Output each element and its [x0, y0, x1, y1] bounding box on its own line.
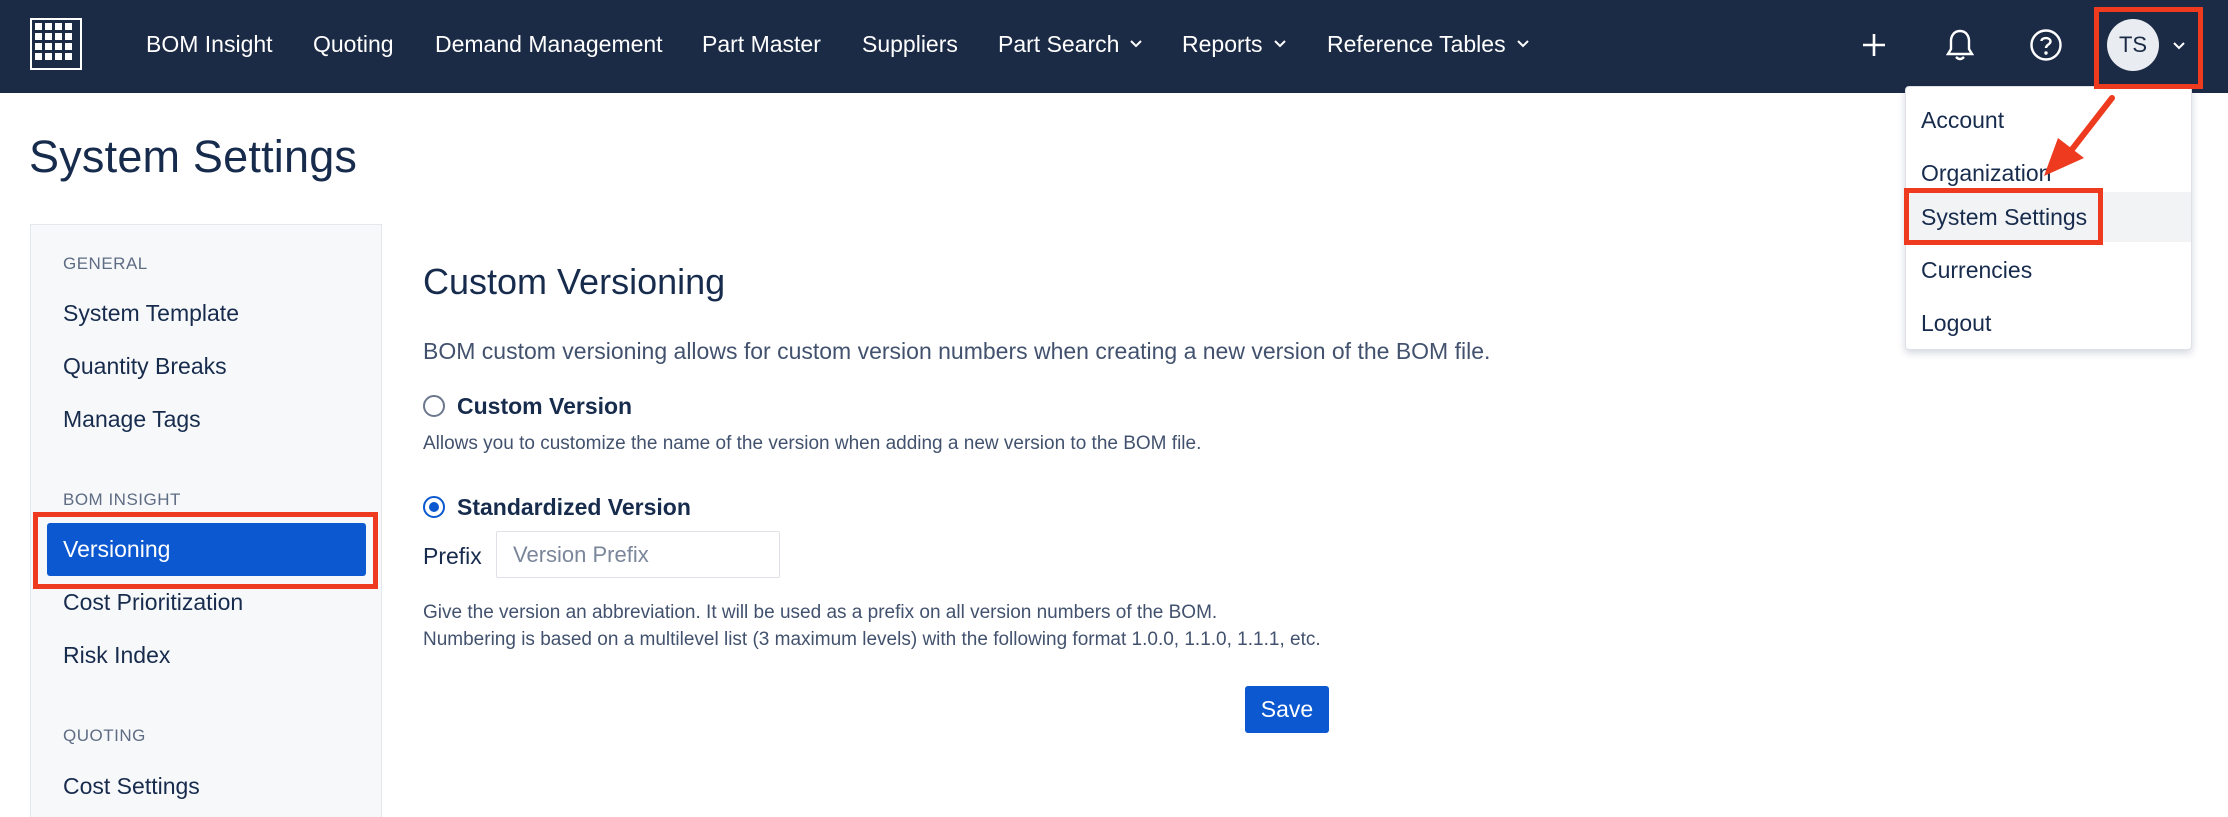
sidebar-item-risk-index[interactable]: Risk Index — [63, 642, 170, 669]
nav-label: BOM Insight — [146, 31, 273, 57]
system-settings-highlight-box — [1904, 188, 2103, 245]
nav-reference-tables[interactable]: Reference Tables — [1327, 0, 1530, 88]
sidebar-item-system-template[interactable]: System Template — [63, 300, 239, 327]
page-title: System Settings — [29, 131, 358, 182]
section-title: Custom Versioning — [423, 261, 726, 302]
nav-label: Demand Management — [435, 31, 663, 57]
prefix-help-line-2: Numbering is based on a multilevel list … — [423, 629, 1321, 650]
custom-version-label[interactable]: Custom Version — [457, 393, 632, 420]
nav-reports[interactable]: Reports — [1182, 0, 1287, 88]
menu-item-currencies[interactable]: Currencies — [1906, 245, 2191, 295]
section-description: BOM custom versioning allows for custom … — [423, 338, 1491, 364]
sidebar-item-cost-prioritization[interactable]: Cost Prioritization — [63, 589, 243, 616]
chevron-down-icon — [1516, 40, 1529, 48]
nav-label: Suppliers — [862, 31, 958, 57]
standardized-version-label[interactable]: Standardized Version — [457, 494, 691, 521]
custom-version-radio[interactable] — [423, 395, 445, 417]
sidebar-item-manage-tags[interactable]: Manage Tags — [63, 406, 201, 433]
top-navigation-bar: BOM Insight Quoting Demand Management Pa… — [0, 0, 2228, 93]
nav-label: Quoting — [313, 31, 394, 57]
sidebar-section-quoting: QUOTING — [63, 726, 146, 745]
annotation-arrow-icon — [2044, 95, 2115, 176]
nav-part-master[interactable]: Part Master — [702, 0, 821, 88]
nav-bom-insight[interactable]: BOM Insight — [146, 0, 273, 88]
version-prefix-input[interactable] — [496, 531, 780, 578]
plus-icon[interactable] — [1854, 22, 1894, 68]
nav-suppliers[interactable]: Suppliers — [862, 0, 958, 88]
sidebar-section-bom-insight: BOM INSIGHT — [63, 490, 181, 509]
grid-logo-icon[interactable] — [30, 18, 82, 70]
sidebar-item-quantity-breaks[interactable]: Quantity Breaks — [63, 353, 227, 380]
prefix-help-line-1: Give the version an abbreviation. It wil… — [423, 602, 1218, 623]
save-button[interactable]: Save — [1245, 686, 1329, 733]
custom-version-helper: Allows you to customize the name of the … — [423, 433, 1202, 454]
avatar-highlight-box — [2094, 7, 2203, 89]
chevron-down-icon — [1130, 40, 1143, 48]
versioning-highlight-box — [33, 512, 378, 589]
bell-icon[interactable] — [1940, 22, 1980, 68]
nav-label: Part Master — [702, 31, 821, 57]
chevron-down-icon — [1273, 40, 1286, 48]
menu-item-logout[interactable]: Logout — [1906, 298, 2191, 348]
nav-demand-management[interactable]: Demand Management — [435, 0, 663, 88]
standardized-version-radio[interactable] — [423, 496, 445, 518]
nav-label: Reports — [1182, 31, 1263, 57]
sidebar-item-cost-settings[interactable]: Cost Settings — [63, 773, 200, 800]
help-icon[interactable] — [2026, 22, 2066, 68]
nav-label: Part Search — [998, 31, 1120, 57]
nav-quoting[interactable]: Quoting — [313, 0, 394, 88]
prefix-label: Prefix — [423, 543, 482, 569]
nav-label: Reference Tables — [1327, 31, 1506, 57]
sidebar-section-general: GENERAL — [63, 254, 148, 273]
nav-part-search[interactable]: Part Search — [998, 0, 1143, 88]
